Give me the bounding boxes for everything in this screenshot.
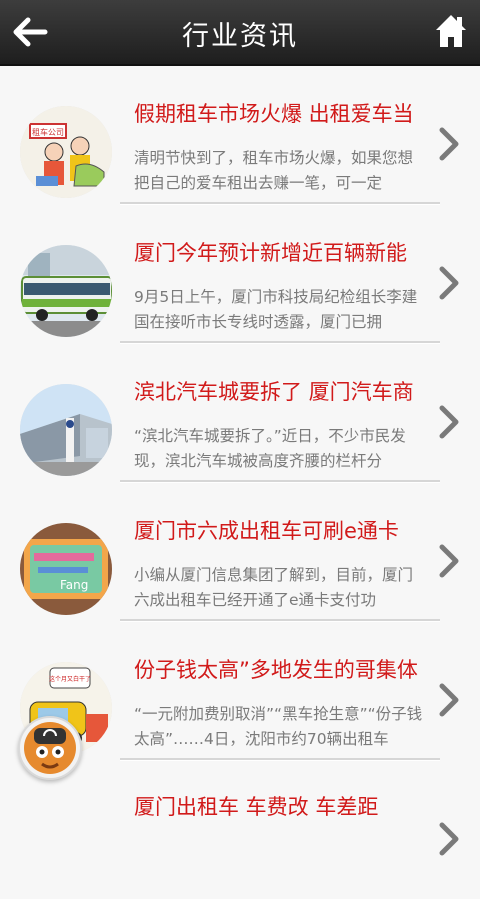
news-summary: 小编从厦门信息集团了解到，目前，厦门六成出租车已经开通了e通卡支付功 bbox=[134, 566, 414, 609]
divider bbox=[120, 202, 440, 204]
news-summary: “滨北汽车城要拆了。”近日，不少市民发现，滨北汽车城被高度齐腰的栏杆分 bbox=[134, 427, 406, 470]
news-summary: “一元附加费别取消”“黑车抢生意”“份子钱太高”……4日，沈阳市约70辆出租车 bbox=[134, 705, 423, 748]
page-title: 行业资讯 bbox=[182, 21, 298, 52]
news-thumbnail: 租车公司 bbox=[20, 106, 112, 198]
chevron-right-icon bbox=[439, 683, 459, 717]
news-thumbnail: Fang bbox=[20, 523, 112, 615]
divider bbox=[120, 758, 440, 760]
chevron-right-icon bbox=[439, 405, 459, 439]
news-title: 份子钱太高”多地发生的哥集体 bbox=[134, 658, 418, 682]
home-icon[interactable] bbox=[434, 12, 468, 50]
chevron-right-icon bbox=[439, 544, 459, 578]
thumb-caption: 这个月又白干了 bbox=[49, 675, 91, 683]
news-thumbnail bbox=[20, 245, 112, 337]
divider bbox=[120, 619, 440, 621]
news-title: 厦门今年预计新增近百辆新能 bbox=[134, 241, 407, 265]
news-title: 滨北汽车城要拆了 厦门汽车商 bbox=[134, 380, 414, 404]
thumb-caption: Fang bbox=[60, 578, 88, 592]
floating-assistant-button[interactable] bbox=[18, 716, 82, 780]
news-thumbnail bbox=[20, 384, 112, 476]
mascot-icon bbox=[24, 722, 76, 774]
news-summary: 清明节快到了，租车市场火爆，如果您想把自己的爱车租出去赚一笔，可一定 bbox=[134, 149, 414, 192]
news-item[interactable]: 租车公司 假期租车市场火爆 出租爱车当 清明节快到了，租车市场火爆，如果您想把自… bbox=[0, 66, 480, 204]
news-title: 厦门出租车 车费改 车差距 bbox=[134, 795, 379, 819]
top-bar: 行业资讯 bbox=[0, 0, 480, 66]
thumb-caption: 租车公司 bbox=[32, 127, 64, 137]
divider bbox=[120, 480, 440, 482]
news-title: 假期租车市场火爆 出租爱车当 bbox=[134, 102, 414, 126]
news-summary: 9月5日上午，厦门市科技局纪检组长李建国在接听市长专线时透露，厦门已拥 bbox=[134, 288, 418, 331]
chevron-right-icon bbox=[439, 266, 459, 300]
news-item[interactable]: 厦门出租车 车费改 车差距 bbox=[0, 761, 480, 899]
divider bbox=[120, 341, 440, 343]
news-item[interactable]: Fang 厦门市六成出租车可刷e通卡 小编从厦门信息集团了解到，目前，厦门六成出… bbox=[0, 483, 480, 621]
chevron-right-icon bbox=[439, 822, 459, 856]
news-item[interactable]: 滨北汽车城要拆了 厦门汽车商 “滨北汽车城要拆了。”近日，不少市民发现，滨北汽车… bbox=[0, 344, 480, 482]
news-title: 厦门市六成出租车可刷e通卡 bbox=[134, 519, 399, 543]
news-item[interactable]: 厦门今年预计新增近百辆新能 9月5日上午，厦门市科技局纪检组长李建国在接听市长专… bbox=[0, 205, 480, 343]
chevron-right-icon bbox=[439, 127, 459, 161]
